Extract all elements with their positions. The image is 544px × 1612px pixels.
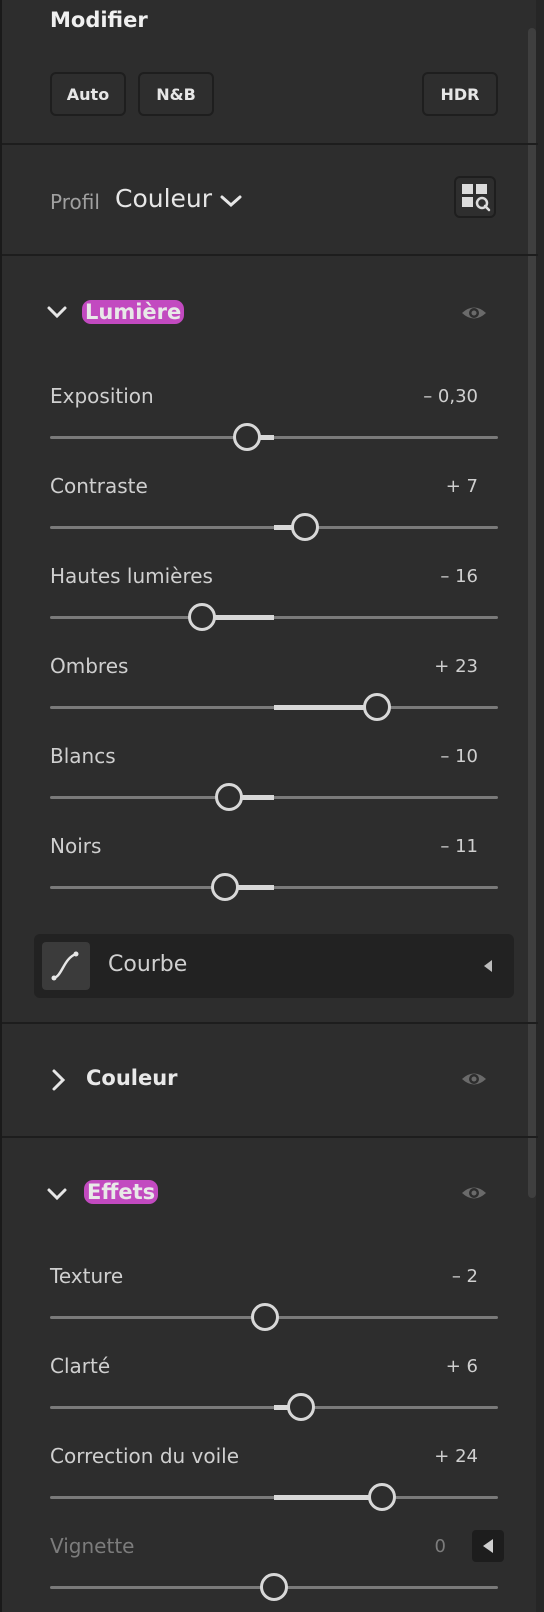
slider-thumb[interactable] (367, 1483, 396, 1511)
slider-label: Hautes lumières (50, 564, 213, 588)
auto-button[interactable]: Auto (50, 72, 126, 116)
section-effects-title[interactable]: Effets (84, 1180, 159, 1204)
slider-label: Contraste (50, 474, 148, 498)
slider-label: Correction du voile (50, 1444, 240, 1468)
section-color-title[interactable]: Couleur (86, 1066, 178, 1090)
triangle-left-icon[interactable] (482, 958, 494, 974)
curve-row[interactable] (34, 934, 514, 998)
slider-value[interactable]: + 6 (446, 1356, 478, 1377)
slider-label: Blancs (50, 744, 116, 768)
slider-value[interactable]: – 16 (440, 566, 478, 587)
slider-thumb[interactable] (286, 1393, 315, 1421)
divider (2, 1136, 538, 1138)
profile-label: Profil (50, 190, 100, 214)
slider-value[interactable]: – 0,30 (423, 386, 478, 407)
slider-value[interactable]: – 10 (440, 746, 478, 767)
slider-label: Ombres (50, 654, 129, 678)
slider-value[interactable]: – 11 (440, 836, 478, 857)
slider-label: Vignette (50, 1534, 135, 1558)
slider-value[interactable]: + 23 (434, 656, 478, 677)
slider-label: Texture (50, 1264, 124, 1288)
slider-track[interactable] (50, 886, 498, 889)
slider-value[interactable]: 0 (435, 1536, 446, 1557)
bw-button[interactable]: N&B (138, 72, 214, 116)
slider-value[interactable]: + 24 (434, 1446, 478, 1467)
profile-browser-icon (462, 184, 491, 212)
slider-fill (274, 1495, 382, 1500)
profile-browser-button[interactable] (454, 176, 496, 218)
chevron-right-icon[interactable] (50, 1068, 68, 1092)
slider-thumb[interactable] (291, 513, 320, 541)
section-light-title[interactable]: Lumière (82, 300, 185, 324)
panel-title: Modifier (50, 8, 148, 32)
slider-fill (274, 705, 378, 710)
slider-thumb[interactable] (188, 603, 217, 631)
curve-icon-box (42, 942, 90, 990)
slider-value[interactable]: – 2 (452, 1266, 478, 1287)
triangle-left-icon (483, 1539, 493, 1553)
slider-value[interactable]: + 7 (446, 476, 478, 497)
slider-thumb[interactable] (251, 1303, 280, 1331)
section-light-label: Lumière (82, 300, 185, 324)
eye-icon[interactable] (460, 1068, 488, 1090)
divider (2, 1022, 538, 1024)
slider-label: Clarté (50, 1354, 111, 1378)
slider-label: Noirs (50, 834, 102, 858)
edit-panel: Modifier Auto N&B HDR Profil Couleur Lum… (0, 0, 538, 1612)
chevron-down-icon[interactable] (46, 304, 68, 320)
eye-icon[interactable] (460, 1182, 488, 1204)
eye-icon[interactable] (460, 302, 488, 324)
slider-track[interactable] (50, 616, 498, 619)
profile-dropdown[interactable]: Couleur (115, 184, 212, 213)
divider (2, 143, 538, 145)
vignette-expand-button[interactable] (472, 1530, 504, 1562)
slider-track[interactable] (50, 796, 498, 799)
chevron-down-icon[interactable] (46, 1186, 68, 1202)
slider-thumb[interactable] (215, 783, 244, 811)
slider-track[interactable] (50, 436, 498, 439)
section-effects-label: Effets (84, 1180, 159, 1204)
slider-thumb[interactable] (210, 873, 239, 901)
slider-thumb[interactable] (233, 423, 262, 451)
chevron-down-icon[interactable] (218, 192, 244, 210)
curve-icon (51, 951, 79, 981)
curve-label: Courbe (108, 952, 188, 977)
slider-thumb[interactable] (363, 693, 392, 721)
slider-thumb[interactable] (260, 1573, 288, 1601)
slider-label: Exposition (50, 384, 154, 408)
divider (2, 254, 538, 256)
hdr-button[interactable]: HDR (422, 72, 498, 116)
